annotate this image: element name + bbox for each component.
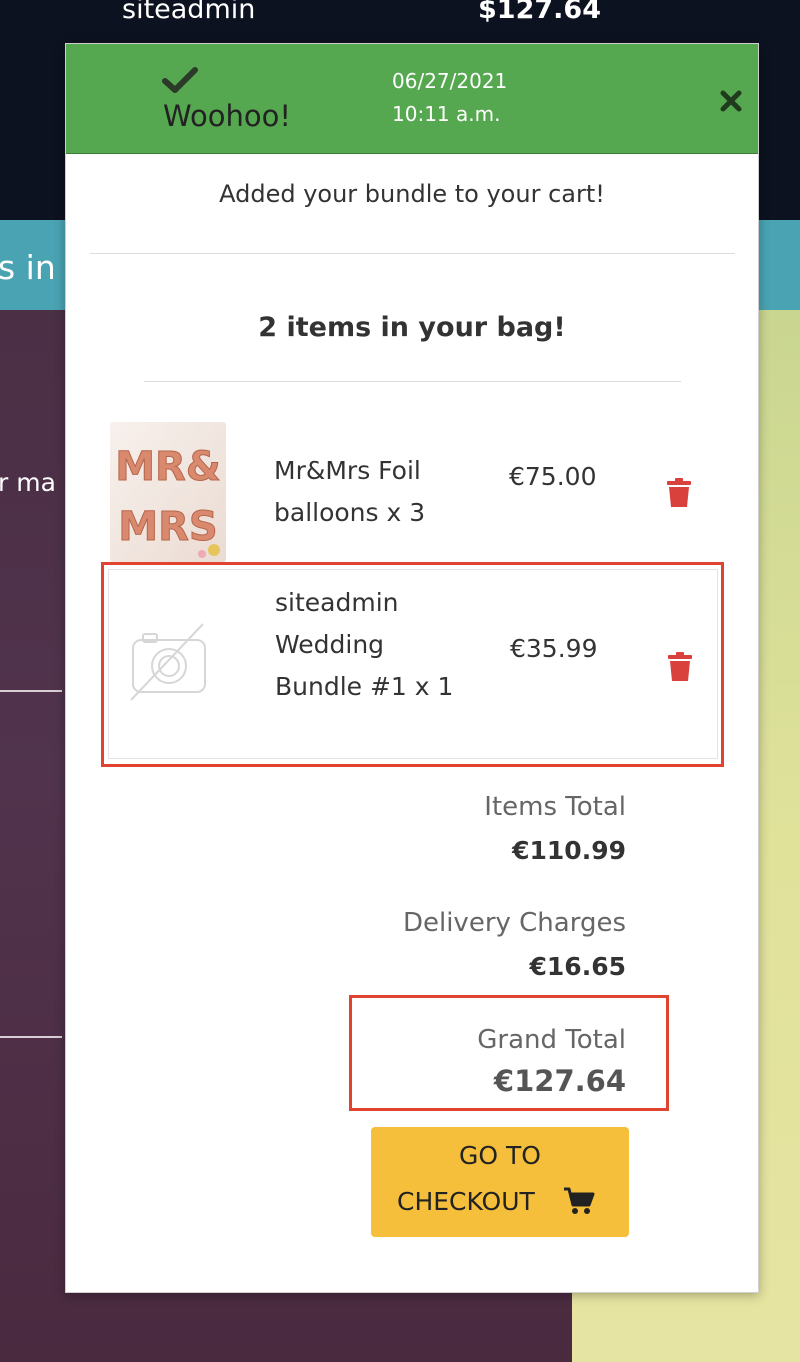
product-image: MR& MRS	[110, 422, 226, 562]
background-divider	[0, 1036, 62, 1038]
cart-icon	[564, 1187, 595, 1214]
header-cart-total[interactable]: $127.64	[478, 0, 601, 25]
check-icon	[162, 67, 198, 93]
highlight-box	[101, 562, 724, 767]
item-name[interactable]: Mr&Mrs Foil balloons x 3	[274, 450, 454, 534]
delivery-charges-value: €16.65	[529, 952, 626, 981]
divider	[144, 381, 681, 382]
trash-icon[interactable]	[666, 478, 692, 508]
toast-time: 10:11 a.m.	[392, 102, 501, 126]
item-price: €75.00	[509, 462, 597, 491]
banner-text: s in	[0, 248, 56, 287]
background-divider	[0, 690, 62, 692]
cart-toast: Woohoo! 06/27/2021 10:11 a.m. Added your…	[65, 43, 759, 1293]
highlight-box	[349, 995, 669, 1111]
items-total-value: €110.99	[512, 836, 626, 865]
toast-date: 06/27/2021	[392, 69, 508, 93]
toast-header: Woohoo! 06/27/2021 10:11 a.m.	[66, 44, 758, 154]
header-username[interactable]: siteadmin	[122, 0, 255, 25]
svg-text:MRS: MRS	[118, 504, 217, 550]
bag-item: MR& MRS Mr&Mrs Foil balloons x 3 €75.00	[108, 422, 718, 564]
go-to-checkout-button[interactable]: GO TO CHECKOUT	[371, 1127, 629, 1237]
background-text: r ma	[0, 468, 56, 497]
close-icon[interactable]	[716, 86, 746, 116]
bag-count: 2 items in your bag!	[258, 312, 566, 343]
checkout-label-line2: CHECKOUT	[397, 1187, 535, 1216]
svg-text:MR&: MR&	[115, 444, 221, 490]
items-total-label: Items Total	[484, 792, 626, 822]
toast-title: Woohoo!	[163, 99, 291, 133]
divider	[90, 253, 735, 254]
delivery-charges-label: Delivery Charges	[402, 908, 626, 938]
checkout-label-line1: GO TO	[459, 1141, 541, 1170]
toast-message: Added your bundle to your cart!	[219, 180, 605, 208]
